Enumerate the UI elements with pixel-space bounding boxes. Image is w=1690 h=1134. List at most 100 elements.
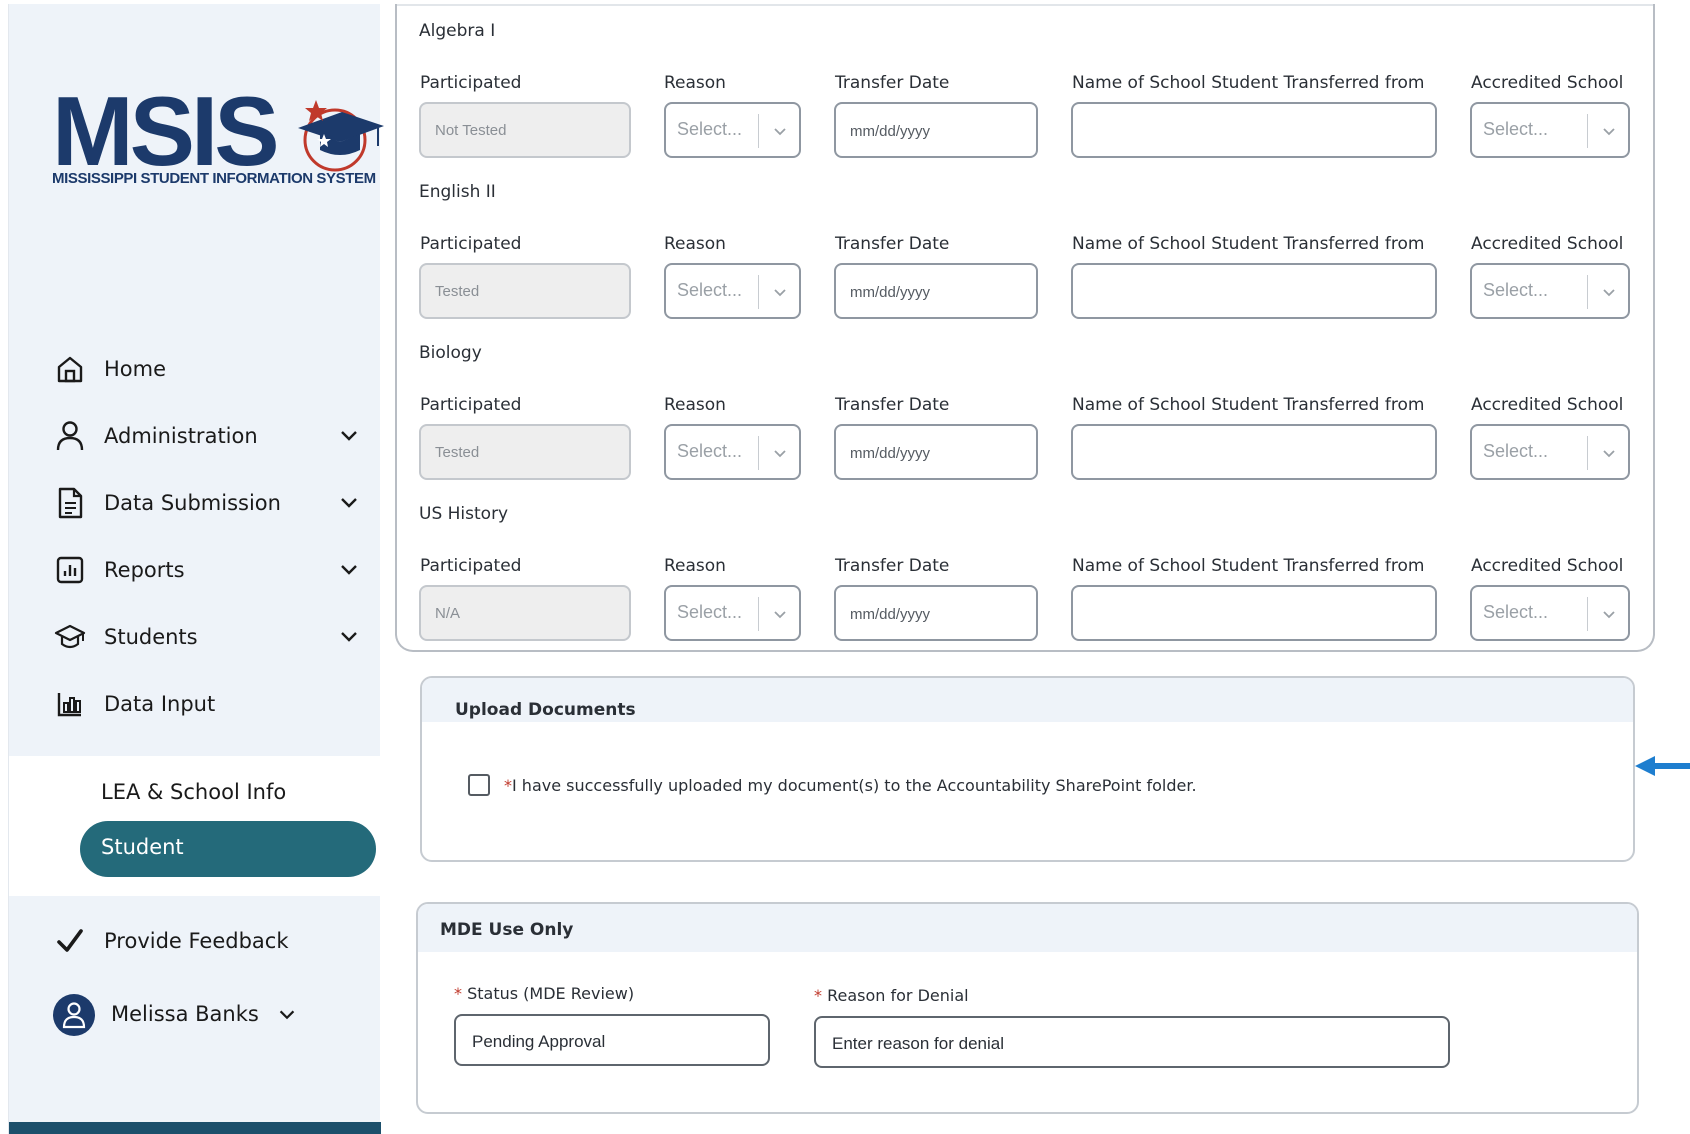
column-label-school-from: Name of School Student Transferred from: [1072, 234, 1425, 254]
select-placeholder: Select...: [677, 602, 743, 622]
column-label-transfer-date: Transfer Date: [835, 556, 950, 576]
msis-logo[interactable]: MSIS MISSISSIPPI STUDENT INFORMATION SYS…: [52, 76, 384, 202]
chevron-down-icon[interactable]: [337, 491, 361, 515]
nav-label: Students: [104, 625, 198, 649]
participated-value: Not Tested: [435, 122, 507, 139]
select-separator: [1587, 436, 1588, 470]
required-marker: *: [454, 984, 462, 1003]
date-placeholder: mm/dd/yyyy: [850, 284, 931, 301]
nav-item-data-input[interactable]: Data Input: [9, 679, 381, 729]
column-label-transfer-date: Transfer Date: [835, 395, 950, 415]
user-name: Melissa Banks: [111, 1002, 259, 1026]
reason-select[interactable]: Select...: [664, 424, 801, 480]
column-label-participated: Participated: [420, 73, 522, 93]
chevron-down-icon[interactable]: [276, 1004, 298, 1026]
chevron-down-icon[interactable]: [771, 444, 789, 462]
nav-item-data-submission[interactable]: Data Submission: [9, 478, 381, 528]
transfer-date-input[interactable]: mm/dd/yyyy: [834, 102, 1038, 158]
select-separator: [1587, 597, 1588, 631]
reason-select[interactable]: Select...: [664, 585, 801, 641]
column-label-reason: Reason: [664, 234, 726, 254]
chevron-down-icon[interactable]: [1600, 283, 1618, 301]
select-placeholder: Select...: [1483, 602, 1549, 622]
nav-item-provide-feedback[interactable]: Provide Feedback: [9, 916, 381, 966]
column-label-transfer-date: Transfer Date: [835, 73, 950, 93]
denial-reason-label: * Reason for Denial: [814, 986, 969, 1005]
school-transferred-from-input[interactable]: [1071, 263, 1437, 319]
status-label: * Status (MDE Review): [454, 984, 634, 1003]
accredited-school-select[interactable]: Select...: [1470, 585, 1630, 641]
bar-chart-icon: [53, 553, 87, 587]
select-placeholder: Select...: [677, 280, 743, 300]
graduation-cap-icon: [53, 620, 87, 654]
denial-reason-input[interactable]: Enter reason for denial: [814, 1016, 1450, 1068]
subject-title-english-ii: English II: [419, 182, 496, 202]
subject-title-us-history: US History: [419, 504, 509, 524]
upload-confirm-text: I have successfully uploaded my document…: [512, 776, 1197, 795]
logo-wordmark: MSIS: [52, 76, 280, 186]
chevron-down-icon[interactable]: [771, 283, 789, 301]
select-separator: [758, 436, 759, 470]
transfer-date-input[interactable]: mm/dd/yyyy: [834, 424, 1038, 480]
column-label-school-from: Name of School Student Transferred from: [1072, 73, 1425, 93]
select-placeholder: Select...: [677, 119, 743, 139]
column-label-school-from: Name of School Student Transferred from: [1072, 395, 1425, 415]
chevron-down-icon[interactable]: [337, 424, 361, 448]
nav-label: Reports: [104, 558, 185, 582]
date-placeholder: mm/dd/yyyy: [850, 445, 931, 462]
status-select[interactable]: Pending Approval: [454, 1014, 770, 1066]
chevron-down-icon[interactable]: [337, 625, 361, 649]
select-separator: [758, 597, 759, 631]
nav-label: Data Submission: [104, 491, 281, 515]
column-label-reason: Reason: [664, 73, 726, 93]
reason-select[interactable]: Select...: [664, 263, 801, 319]
participated-value: Tested: [435, 283, 480, 300]
subnav-item-lea-school-info[interactable]: LEA & School Info: [101, 780, 286, 804]
column-label-reason: Reason: [664, 395, 726, 415]
nav-label: Data Input: [104, 692, 216, 716]
accredited-school-select[interactable]: Select...: [1470, 263, 1630, 319]
participated-field: Tested: [419, 263, 631, 319]
required-marker: *: [504, 776, 512, 795]
user-menu[interactable]: Melissa Banks: [53, 994, 353, 1038]
nav-label: Administration: [104, 424, 258, 448]
transfer-date-input[interactable]: mm/dd/yyyy: [834, 585, 1038, 641]
denial-reason-label-text: Reason for Denial: [827, 986, 969, 1005]
school-transferred-from-input[interactable]: [1071, 102, 1437, 158]
nav-item-students[interactable]: Students: [9, 612, 381, 662]
subnav-item-student[interactable]: Student: [80, 821, 376, 877]
chevron-down-icon[interactable]: [771, 122, 789, 140]
subject-title-algebra-i: Algebra I: [419, 21, 496, 41]
select-placeholder: Select...: [1483, 441, 1549, 461]
required-marker: *: [814, 986, 822, 1005]
nav-item-administration[interactable]: Administration: [9, 411, 381, 461]
nav-item-home[interactable]: Home: [9, 344, 381, 394]
select-placeholder: Select...: [677, 441, 743, 461]
accredited-school-select[interactable]: Select...: [1470, 102, 1630, 158]
column-label-accredited: Accredited School: [1471, 556, 1624, 576]
card-header: MDE Use Only: [418, 904, 1637, 952]
data-input-subnav: LEA & School Info Student: [9, 756, 381, 896]
reason-select[interactable]: Select...: [664, 102, 801, 158]
user-icon: [53, 419, 87, 453]
column-label-participated: Participated: [420, 395, 522, 415]
nav-item-reports[interactable]: Reports: [9, 545, 381, 595]
mde-use-only-card: MDE Use Only * Status (MDE Review) Pendi…: [416, 902, 1639, 1114]
transfer-date-input[interactable]: mm/dd/yyyy: [834, 263, 1038, 319]
upload-confirm-checkbox[interactable]: [468, 774, 490, 796]
chevron-down-icon[interactable]: [1600, 605, 1618, 623]
school-transferred-from-input[interactable]: [1071, 424, 1437, 480]
column-label-accredited: Accredited School: [1471, 73, 1624, 93]
school-transferred-from-input[interactable]: [1071, 585, 1437, 641]
logo-subtitle: MISSISSIPPI STUDENT INFORMATION SYSTEM: [52, 170, 376, 187]
avatar: [53, 994, 95, 1036]
chevron-down-icon[interactable]: [771, 605, 789, 623]
chevron-down-icon[interactable]: [337, 558, 361, 582]
arrow-left-icon: [1635, 756, 1690, 776]
chevron-down-icon[interactable]: [1600, 122, 1618, 140]
card-header: Upload Documents: [422, 678, 1633, 722]
chevron-down-icon[interactable]: [1600, 444, 1618, 462]
sidebar-footer-bar: [9, 1122, 381, 1134]
accredited-school-select[interactable]: Select...: [1470, 424, 1630, 480]
select-separator: [1587, 275, 1588, 309]
